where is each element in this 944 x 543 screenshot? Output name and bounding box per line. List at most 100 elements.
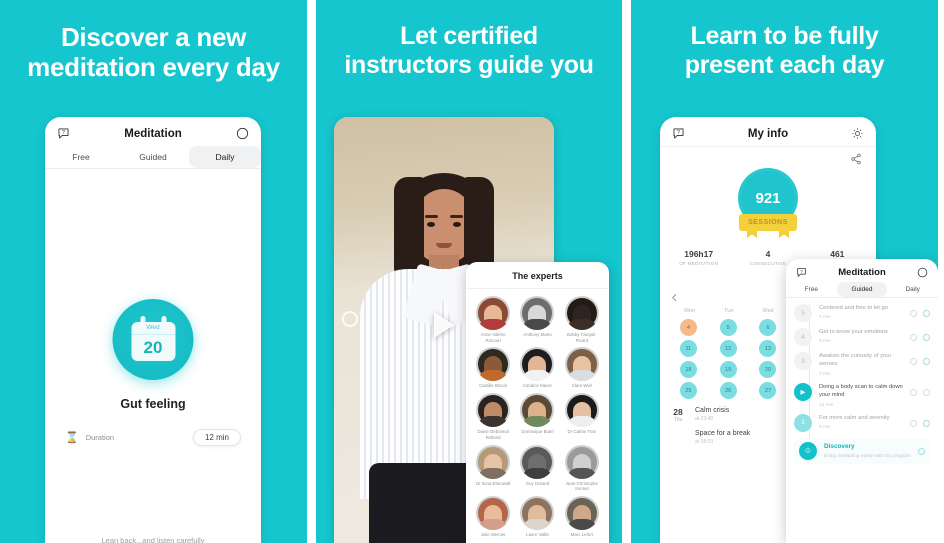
calendar-day[interactable]: 25	[679, 382, 697, 399]
panel-discover: Discover a new meditation every day ? Me…	[0, 0, 307, 543]
expert-card[interactable]: Camille Blouin	[472, 347, 514, 389]
more-options-icon[interactable]	[923, 388, 930, 396]
step-duration: 9 min	[819, 339, 831, 345]
step-text: Discovery Enjoy meditating easily with t…	[824, 442, 911, 459]
calendar-day[interactable]: 26	[719, 382, 737, 399]
headline-line-2: meditation every day	[27, 52, 280, 83]
step-duration: 12 min	[819, 402, 834, 408]
tab-free[interactable]: Free	[786, 282, 837, 297]
heart-icon[interactable]	[910, 334, 917, 341]
download-icon[interactable]	[923, 310, 930, 317]
expert-card[interactable]: Bobby Farajoli-Picard	[561, 296, 603, 343]
circle-icon[interactable]	[236, 127, 249, 140]
expert-name: Jean-Christophe Sonnet	[565, 480, 598, 492]
experts-grid: Anne-Valérie Rocourt Anthony Marto Bobby…	[466, 289, 609, 538]
expert-card[interactable]: Anthony Marto	[516, 296, 558, 343]
expert-name: Laure Vallin	[526, 532, 549, 538]
history-day-name: Thu	[673, 417, 683, 423]
step-title: Centered and free to let go	[819, 305, 888, 311]
expert-name: Bobby Farajoli-Picard	[567, 332, 597, 343]
avatar	[476, 444, 511, 479]
calendar-day[interactable]: 4	[679, 319, 697, 336]
list-item[interactable]: 4 Get to know your emotions 9 min	[794, 328, 930, 346]
step-number: 5	[794, 304, 812, 322]
heart-icon[interactable]	[910, 310, 917, 317]
calendar-day[interactable]: 19	[719, 361, 737, 378]
expert-name: Dr Ilona Ebenwall	[475, 480, 511, 486]
step-title: For more calm and serenity	[819, 414, 890, 421]
panel-2-headline: Let certified instructors guide you	[316, 0, 622, 81]
calendar-day[interactable]: 6	[759, 319, 777, 336]
avatar	[520, 444, 555, 479]
panel-divider-2	[622, 0, 631, 543]
list-item[interactable]: ▶ Doing a body scan to calm down your mi…	[794, 382, 930, 408]
download-icon[interactable]	[923, 419, 930, 427]
ribbon-tail-right	[779, 229, 789, 238]
list-item[interactable]: 3 Awaken the curiosity of your senses 7 …	[794, 352, 930, 377]
expert-card[interactable]: Marc Lefort	[561, 496, 603, 538]
calendar-day[interactable]: 20	[759, 361, 777, 378]
expert-card[interactable]: Clara Wiel	[561, 347, 603, 389]
calendar-day[interactable]: 11	[679, 340, 697, 357]
heart-icon[interactable]	[910, 358, 917, 365]
list-item[interactable]: 1 For more calm and serenity 5 min	[794, 413, 930, 432]
duration-row: ⌛ Duration 12 min	[65, 429, 241, 446]
tab-daily[interactable]: Daily	[887, 282, 938, 297]
step-title: Get to know your emotions	[819, 329, 888, 335]
avatar	[564, 347, 599, 382]
tab-guided[interactable]: Guided	[836, 282, 888, 297]
expert-card[interactable]: Jean-Christophe Sonnet	[561, 444, 603, 492]
heart-icon[interactable]	[910, 419, 917, 427]
history-day-number: 28	[673, 407, 683, 417]
svg-text:?: ?	[800, 269, 803, 274]
play-icon[interactable]: ▶	[794, 382, 812, 401]
step-number: 3	[794, 352, 812, 370]
list-item[interactable]: 5 Centered and free to let go 7 min	[794, 304, 930, 322]
duration-left: ⌛ Duration	[65, 431, 114, 444]
gear-icon[interactable]	[851, 127, 864, 140]
expert-card[interactable]: Candice Marec	[516, 347, 558, 389]
play-icon[interactable]	[434, 312, 454, 338]
download-icon[interactable]	[918, 447, 925, 455]
expert-card[interactable]: Guy Durand	[516, 444, 558, 492]
step-text: Awaken the curiosity of your senses 7 mi…	[819, 352, 903, 377]
calendar-day[interactable]: 12	[719, 340, 737, 357]
expert-card[interactable]: Dr Cathie Tran	[561, 393, 603, 440]
discovery-program-card[interactable]: ☺ Discovery Enjoy meditating easily with…	[794, 437, 930, 464]
avatar	[476, 296, 511, 330]
page-title: My info	[747, 127, 789, 140]
circle-icon[interactable]	[917, 267, 928, 278]
headline-line-1: Discover a new	[60, 22, 247, 52]
calendar-day[interactable]: 5	[719, 319, 737, 336]
history-date: 28 Thu	[670, 407, 686, 423]
expert-card[interactable]: Dominique Butel	[516, 393, 558, 440]
chevron-left-icon[interactable]	[670, 293, 679, 302]
download-icon[interactable]	[923, 358, 930, 365]
duration-value-pill[interactable]: 12 min	[192, 429, 241, 446]
tab-guided[interactable]: Guided	[117, 146, 189, 168]
calendar-day[interactable]: 13	[759, 340, 777, 357]
share-icon[interactable]	[850, 153, 862, 165]
expert-card[interactable]: Diane Debonnal Rolland	[472, 393, 514, 440]
expert-card[interactable]: Dr Ilona Ebenwall	[472, 444, 514, 492]
daily-session-badge: Wed 20	[112, 299, 194, 380]
question-bubble-icon[interactable]: ?	[672, 127, 685, 140]
tab-free[interactable]: Free	[45, 146, 117, 168]
badge-ribbon-label: SESSIONS	[748, 219, 788, 226]
record-ring-icon[interactable]	[342, 311, 358, 327]
panel-1-headline: Discover a new meditation every day	[0, 0, 307, 83]
question-bubble-icon[interactable]: ?	[57, 127, 70, 140]
tab-daily[interactable]: Daily	[189, 146, 261, 168]
download-icon[interactable]	[923, 334, 930, 341]
expert-card[interactable]: Laure Vallin	[516, 496, 558, 538]
expert-card[interactable]: Anne-Valérie Rocourt	[472, 296, 514, 343]
heart-icon[interactable]	[910, 388, 917, 396]
calendar-day[interactable]: 27	[759, 382, 777, 399]
expert-card[interactable]: Julie Mercier	[472, 496, 514, 538]
expert-name: Dominique Butel	[521, 429, 554, 435]
question-bubble-icon[interactable]: ?	[796, 267, 807, 278]
calendar-day[interactable]: 18	[679, 361, 697, 378]
stat-meditation-time: 196h17 OF MEDITATION	[664, 249, 733, 266]
eyebrow-right	[450, 215, 463, 218]
step-duration: 5 min	[819, 424, 831, 430]
